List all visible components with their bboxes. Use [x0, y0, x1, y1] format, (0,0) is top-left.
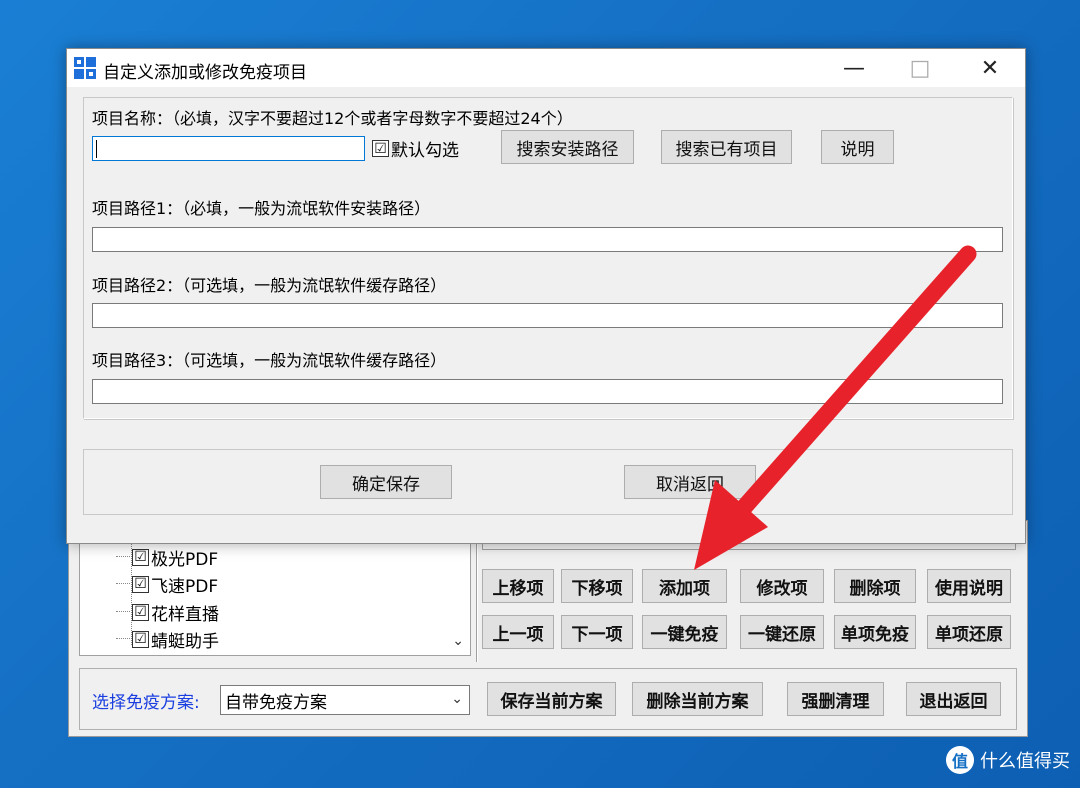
maximize-icon[interactable]: □ [887, 49, 953, 87]
delete-scheme-button[interactable]: 删除当前方案 [632, 682, 763, 716]
default-check-label: 默认勾选 [391, 141, 459, 161]
one-click-immunize-button[interactable]: 一键免疫 [642, 615, 727, 649]
add-item-button[interactable]: 添加项 [642, 569, 727, 603]
prev-item-button[interactable]: 上一项 [482, 615, 554, 649]
path2-label: 项目路径2：（可选填，一般为流氓软件缓存路径） [92, 276, 447, 295]
usage-help-button[interactable]: 使用说明 [927, 569, 1011, 603]
single-restore-button[interactable]: 单项还原 [927, 615, 1011, 649]
next-item-button[interactable]: 下一项 [561, 615, 633, 649]
custom-item-dialog: 自定义添加或修改免疫项目 — □ ✕ 项目名称：（必填，汉字不要超过12个或者字… [66, 48, 1026, 544]
tree-item-label: 极光PDF [151, 549, 219, 570]
path3-input[interactable] [92, 379, 1003, 404]
watermark: 值 什么值得买 [946, 746, 1070, 774]
search-install-path-button[interactable]: 搜索安装路径 [501, 130, 634, 164]
default-check-checkbox[interactable]: ☑ [372, 140, 389, 157]
move-down-button[interactable]: 下移项 [561, 569, 633, 603]
delete-item-button[interactable]: 删除项 [834, 569, 916, 603]
tree-item-0[interactable]: ☑ 极光PDF [116, 546, 219, 570]
tree-item-2[interactable]: ☑ 花样直播 [116, 601, 219, 625]
tree-item-label: 蜻蜓助手 [151, 631, 219, 652]
minimize-icon[interactable]: — [821, 49, 887, 87]
confirm-save-button[interactable]: 确定保存 [320, 465, 452, 499]
text-caret [96, 140, 97, 158]
dialog-action-group [83, 449, 1013, 515]
tree-item-label: 飞速PDF [151, 576, 219, 597]
scheme-label: 选择免疫方案: [92, 693, 200, 713]
chevron-down-icon[interactable]: ⌄ [452, 633, 464, 649]
tree-item-3[interactable]: ☑ 蜻蜓助手 [116, 628, 219, 652]
path1-input[interactable] [92, 227, 1003, 252]
one-click-restore-button[interactable]: 一键还原 [740, 615, 824, 649]
modify-item-button[interactable]: 修改项 [740, 569, 824, 603]
search-existing-items-button[interactable]: 搜索已有项目 [661, 130, 792, 164]
scheme-select-value: 自带免疫方案 [225, 692, 327, 713]
path1-label: 项目路径1：（必填，一般为流氓软件安装路径） [92, 199, 431, 218]
project-name-input[interactable] [92, 136, 365, 161]
tree-item-label: 花样直播 [151, 604, 219, 625]
scheme-select[interactable]: 自带免疫方案 ⌄ [220, 685, 470, 715]
single-immunize-button[interactable]: 单项免疫 [834, 615, 916, 649]
project-tree[interactable]: ☑ 极光PDF ☑ 飞速PDF ☑ 花样直播 ☑ 蜻蜓助手 ⌄ [79, 540, 471, 656]
force-clean-button[interactable]: 强删清理 [787, 682, 884, 716]
tree-item-checkbox[interactable]: ☑ [132, 603, 149, 621]
help-button[interactable]: 说明 [821, 130, 894, 164]
path2-input[interactable] [92, 303, 1003, 328]
app-icon [74, 57, 96, 79]
dialog-titlebar[interactable]: 自定义添加或修改免疫项目 — □ ✕ [67, 49, 1025, 87]
cancel-return-button[interactable]: 取消返回 [624, 465, 756, 499]
dialog-title: 自定义添加或修改免疫项目 [103, 63, 307, 83]
chevron-down-icon: ⌄ [451, 691, 463, 707]
project-name-label: 项目名称：（必填，汉字不要超过12个或者字母数字不要超过24个） [92, 109, 573, 128]
exit-button[interactable]: 退出返回 [906, 682, 1001, 716]
save-scheme-button[interactable]: 保存当前方案 [487, 682, 616, 716]
watermark-logo: 值 [946, 746, 974, 774]
default-check-option[interactable]: ☑ 默认勾选 [372, 136, 459, 161]
panel-divider [476, 540, 478, 662]
close-icon[interactable]: ✕ [957, 49, 1023, 87]
move-up-button[interactable]: 上移项 [482, 569, 554, 603]
tree-item-1[interactable]: ☑ 飞速PDF [116, 573, 219, 597]
tree-item-checkbox[interactable]: ☑ [132, 630, 149, 648]
path3-label: 项目路径3：（可选填，一般为流氓软件缓存路径） [92, 351, 447, 370]
tree-item-checkbox[interactable]: ☑ [132, 575, 149, 593]
watermark-text: 什么值得买 [980, 751, 1070, 772]
tree-item-checkbox[interactable]: ☑ [132, 548, 149, 566]
